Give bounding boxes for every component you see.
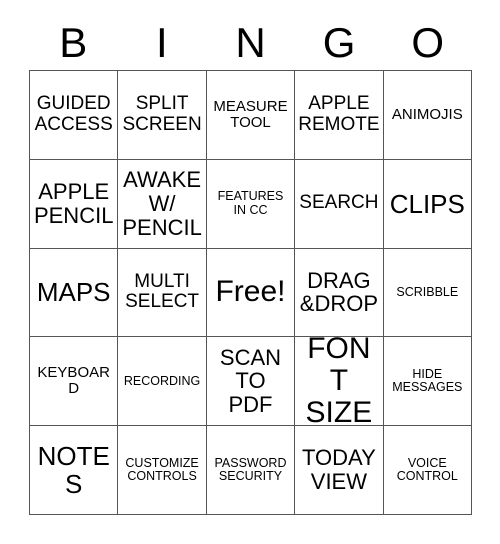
header-letter-i: I [156, 19, 168, 66]
bingo-cell[interactable]: APPLE PENCIL [30, 159, 119, 249]
bingo-cell-label: VOICE CONTROL [396, 455, 458, 484]
bingo-cell-label: GUIDED ACCESS [34, 93, 113, 135]
bingo-cell-label: Free! [215, 275, 286, 309]
bingo-cell[interactable]: MEASURE TOOL [206, 71, 296, 160]
bingo-cell-label: HIDE MESSAGES [392, 366, 463, 395]
header-letter-o: O [411, 19, 444, 66]
bingo-cell[interactable]: FONT SIZE [295, 337, 384, 427]
bingo-cell[interactable]: ANIMOJIS [383, 71, 472, 160]
bingo-cell-label: SEARCH [299, 192, 379, 214]
bingo-cell[interactable]: SCAN TO PDF [206, 337, 296, 427]
bingo-cell-label: APPLE PENCIL [33, 178, 114, 228]
bingo-cell-free[interactable]: Free! [206, 248, 296, 338]
bingo-card: B I N G O GUIDED ACCESS SPLIT SCREEN MEASU… [0, 0, 500, 544]
bingo-cell[interactable]: SCRIBBLE [383, 248, 472, 338]
bingo-cell-label: APPLE REMOTE [298, 93, 380, 135]
bingo-cell-label: SCRIBBLE [396, 284, 459, 299]
bingo-cell-label: NOTES [37, 441, 110, 500]
header-letter-b: B [59, 19, 88, 66]
bingo-cell-label: AWAKE W/ PENCIL [122, 167, 202, 240]
bingo-header: B I N G O [29, 16, 472, 70]
bingo-cell-label: FONT SIZE [305, 337, 373, 427]
bingo-cell[interactable]: CUSTOMIZE CONTROLS [118, 426, 207, 515]
bingo-cell-label: CUSTOMIZE CONTROLS [125, 455, 199, 484]
bingo-cell[interactable]: NOTES [30, 426, 119, 515]
bingo-cell-label: MAPS [36, 277, 111, 308]
bingo-cell-label: SCAN TO PDF [219, 344, 282, 418]
bingo-cell[interactable]: APPLE REMOTE [295, 71, 384, 160]
bingo-cell[interactable]: FEATURES IN CC [206, 159, 296, 249]
bingo-cell[interactable]: PASSWORD SECURITY [206, 426, 296, 515]
bingo-cell[interactable]: TODAY VIEW [295, 426, 384, 515]
bingo-cell[interactable]: SPLIT SCREEN [118, 71, 207, 160]
bingo-cell[interactable]: GUIDED ACCESS [30, 71, 119, 160]
bingo-cell[interactable]: SEARCH [295, 159, 384, 249]
bingo-cell[interactable]: MULTI SELECT [118, 248, 207, 338]
bingo-cell-label: RECORDING [123, 373, 201, 388]
bingo-cell[interactable]: KEYBOARD [30, 337, 119, 427]
bingo-cell-label: MULTI SELECT [125, 270, 200, 313]
bingo-cell[interactable]: RECORDING [118, 337, 207, 427]
bingo-cell[interactable]: VOICE CONTROL [383, 426, 472, 515]
bingo-cell[interactable]: MAPS [30, 248, 119, 338]
header-letter-g: G [322, 19, 356, 66]
bingo-cell-label: ANIMOJIS [391, 105, 463, 123]
header-letter-n: N [235, 19, 266, 66]
bingo-cell-label: DRAG &DROP [299, 267, 379, 317]
bingo-cell-label: MEASURE TOOL [213, 97, 288, 131]
bingo-cell[interactable]: CLIPS [383, 159, 472, 249]
bingo-cell-label: CLIPS [389, 188, 465, 219]
bingo-cell[interactable]: DRAG &DROP [295, 248, 384, 338]
bingo-cell-label: SPLIT SCREEN [122, 93, 202, 135]
bingo-grid: GUIDED ACCESS SPLIT SCREEN MEASURE TOOL APP… [29, 70, 472, 515]
bingo-cell[interactable]: HIDE MESSAGES [383, 337, 472, 427]
bingo-cell-label: FEATURES IN CC [217, 189, 284, 217]
bingo-cell-label: KEYBOARD [37, 364, 110, 398]
bingo-cell-label: PASSWORD SECURITY [214, 455, 287, 484]
bingo-cell[interactable]: AWAKE W/ PENCIL [118, 159, 207, 249]
bingo-cell-label: TODAY VIEW [302, 445, 376, 495]
